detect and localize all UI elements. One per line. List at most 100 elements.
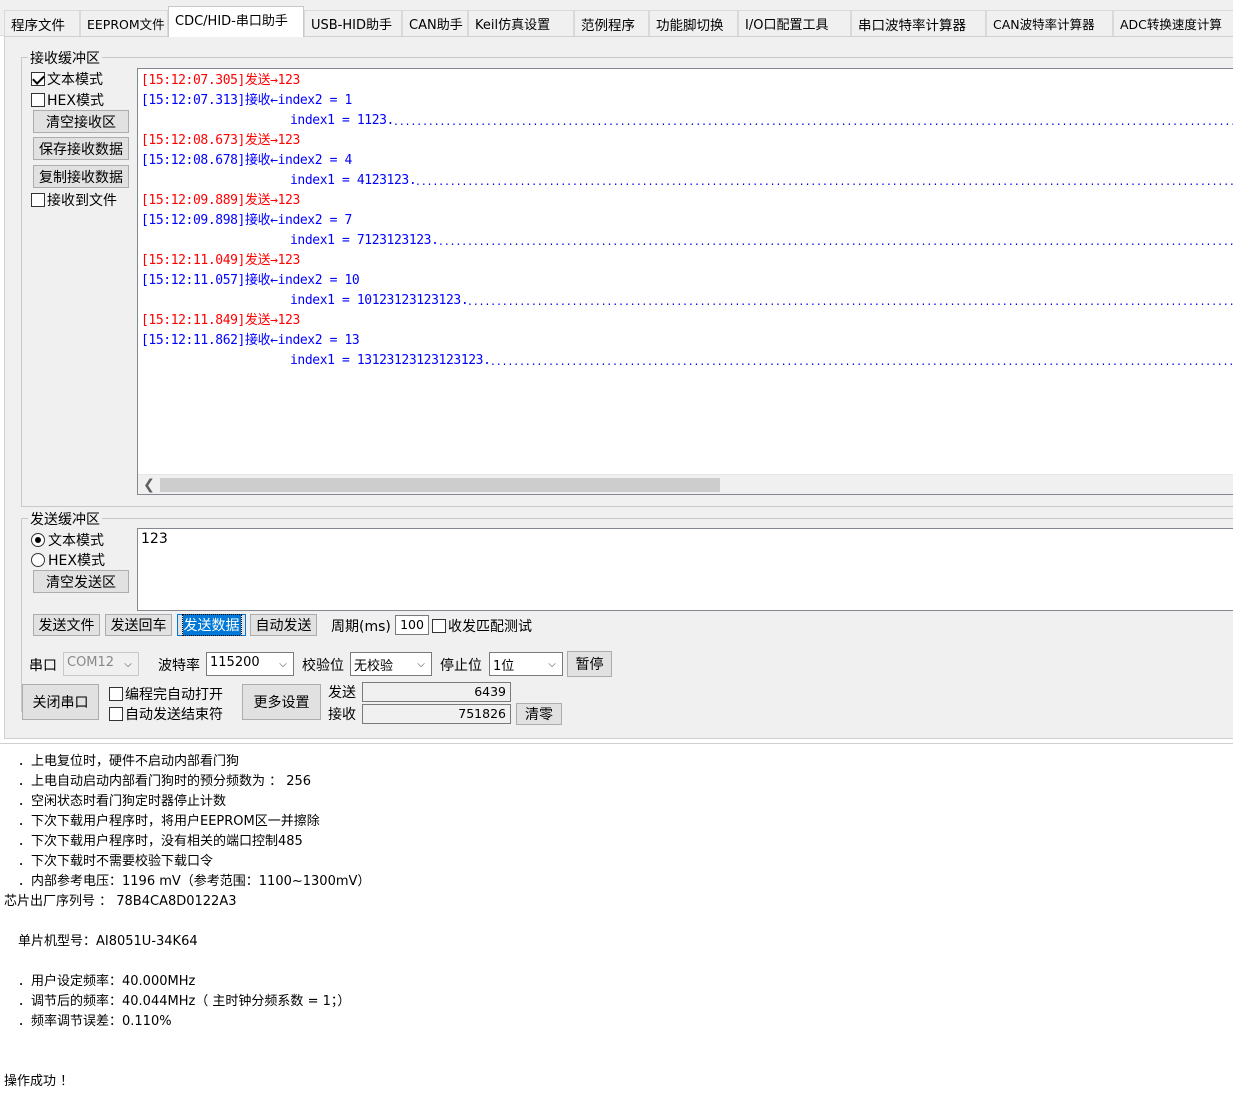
tab-label: EEPROM文件: [87, 17, 165, 32]
log-line: 单片机型号：AI8051U-34K64: [18, 934, 198, 949]
radio-label: 文本模式: [48, 533, 104, 549]
send-data-button[interactable]: 发送数据: [177, 614, 246, 636]
dotted-fill: ........................................…: [394, 114, 1233, 128]
auto-send-button[interactable]: 自动发送: [250, 614, 317, 636]
receive-hex-mode-checkbox[interactable]: HEX模式: [31, 90, 104, 110]
period-input[interactable]: 100: [395, 615, 429, 635]
dotted-fill: ........................................…: [491, 354, 1233, 368]
auto-end-char-checkbox[interactable]: 自动发送结束符: [109, 704, 223, 724]
sent-count-value: 6439: [362, 682, 511, 702]
sent-message-line: [15:12:11.049]发送→123: [141, 253, 300, 268]
tab-examples[interactable]: 范例程序: [574, 10, 649, 36]
checkbox-label: 接收到文件: [47, 193, 117, 209]
auto-open-checkbox[interactable]: 编程完自动打开: [109, 684, 223, 704]
log-line: ．下次下载用户程序时，将用户EEPROM区一并擦除: [18, 814, 320, 829]
button-label: 清空接收区: [46, 114, 116, 131]
baud-label: 波特率: [158, 658, 200, 674]
parity-label: 校验位: [302, 658, 344, 674]
dotted-fill: ........................................…: [468, 294, 1233, 308]
log-line: ．上电自动启动内部看门狗时的预分频数为 ： 256: [18, 774, 312, 789]
receive-buffer-title: 接收缓冲区: [28, 48, 102, 68]
receive-to-file-checkbox[interactable]: 接收到文件: [31, 190, 117, 210]
tab-adc-speed-calc[interactable]: ADC转换速度计算: [1113, 10, 1233, 36]
radio-checked-icon: [31, 533, 45, 547]
checkbox-checked-icon: [31, 72, 45, 86]
tab-eeprom-file[interactable]: EEPROM文件: [80, 10, 168, 36]
tab-program-file[interactable]: 程序文件: [4, 10, 80, 36]
checkbox-unchecked-icon: [432, 619, 446, 633]
tab-label: 范例程序: [581, 18, 635, 34]
tab-label: CDC/HID-串口助手: [175, 14, 288, 29]
send-text-mode-radio[interactable]: 文本模式: [31, 530, 104, 550]
received-message-line: [15:12:09.898]接收←index2 = 7: [141, 213, 352, 228]
checkbox-label: 文本模式: [47, 72, 103, 88]
checkbox-label: 自动发送结束符: [125, 707, 223, 723]
button-label: 发送文件: [38, 618, 95, 634]
dotted-fill: ........................................…: [416, 174, 1233, 188]
clear-send-button[interactable]: 清空发送区: [33, 570, 129, 593]
send-hex-mode-radio[interactable]: HEX模式: [31, 550, 105, 570]
received-message-line: [15:12:11.862]接收←index2 = 13: [141, 333, 360, 348]
checkbox-unchecked-icon: [31, 93, 45, 107]
reset-counts-button[interactable]: 清零: [516, 703, 562, 725]
radio-unchecked-icon: [31, 553, 45, 567]
tab-can[interactable]: CAN助手: [402, 10, 468, 36]
pause-button[interactable]: 暂停: [567, 651, 612, 677]
receive-horizontal-scrollbar[interactable]: ❮: [138, 474, 1233, 494]
send-content: 123: [141, 531, 168, 547]
port-select[interactable]: COM12 ⌵: [63, 652, 139, 676]
tab-can-baud-calc[interactable]: CAN波特率计算器: [986, 10, 1113, 36]
received-message-line: [15:12:08.678]接收←index2 = 4: [141, 153, 352, 168]
tab-usb-hid[interactable]: USB-HID助手: [304, 10, 402, 36]
received-count-label: 接收: [328, 707, 356, 723]
dotted-fill: ........................................…: [439, 234, 1233, 248]
log-line: 芯片出厂序列号 ： 78B4CA8D0122A3: [4, 894, 237, 909]
save-receive-data-button[interactable]: 保存接收数据: [33, 137, 129, 160]
tab-label: 程序文件: [11, 18, 65, 34]
button-label: 更多设置: [253, 695, 310, 711]
scrollbar-thumb[interactable]: [160, 478, 720, 492]
tab-bar: 程序文件 EEPROM文件 CDC/HID-串口助手 USB-HID助手 CAN…: [0, 0, 1233, 37]
checkbox-unchecked-icon: [109, 687, 123, 701]
button-label: 保存接收数据: [39, 141, 123, 158]
received-message-line: index1 = 4123123.: [290, 173, 417, 188]
log-line: ．空闲状态时看门狗定时器停止计数: [18, 794, 227, 809]
receive-textarea[interactable]: [15:12:07.305]发送→123 [15:12:07.313]接收←ind…: [137, 68, 1233, 495]
checkbox-unchecked-icon: [31, 193, 45, 207]
clear-receive-button[interactable]: 清空接收区: [33, 110, 129, 133]
more-settings-button[interactable]: 更多设置: [242, 684, 321, 720]
tab-label: CAN波特率计算器: [993, 17, 1095, 32]
log-line: ．下次下载用户程序时，没有相关的端口控制485: [18, 834, 303, 849]
button-label: 暂停: [575, 657, 604, 673]
received-message-line: [15:12:07.313]接收←index2 = 1: [141, 93, 352, 108]
send-textarea[interactable]: 123: [137, 528, 1233, 611]
match-test-checkbox[interactable]: 收发匹配测试: [432, 616, 532, 636]
receive-text-mode-checkbox[interactable]: 文本模式: [31, 69, 103, 89]
tab-keil-sim[interactable]: Keil仿真设置: [468, 10, 574, 36]
stop-bits-select[interactable]: 1位 ⌵: [489, 652, 563, 676]
send-enter-button[interactable]: 发送回车: [105, 614, 172, 636]
tab-uart-baud-calc[interactable]: 串口波特率计算器: [851, 10, 986, 36]
scroll-left-arrow-icon[interactable]: ❮: [142, 476, 156, 494]
sent-message-line: [15:12:11.849]发送→123: [141, 313, 300, 328]
checkbox-label: 收发匹配测试: [448, 619, 532, 635]
button-label: 关闭串口: [32, 695, 89, 711]
parity-select[interactable]: 无校验 ⌵: [350, 652, 432, 676]
tab-io-config[interactable]: I/O口配置工具: [738, 10, 851, 36]
button-label: 自动发送: [255, 618, 312, 634]
baud-select[interactable]: 115200 ⌵: [206, 652, 294, 676]
received-message-line: index1 = 13123123123123123.: [290, 353, 491, 368]
received-message-line: index1 = 7123123123.: [290, 233, 439, 248]
send-file-button[interactable]: 发送文件: [33, 614, 100, 636]
tab-pin-switch[interactable]: 功能脚切换: [649, 10, 738, 36]
sent-message-line: [15:12:08.673]发送→123: [141, 133, 300, 148]
radio-label: HEX模式: [48, 553, 105, 569]
select-value: 1位: [493, 659, 515, 674]
tab-label: I/O口配置工具: [745, 18, 829, 33]
select-value: 115200: [210, 655, 260, 670]
close-port-button[interactable]: 关闭串口: [22, 684, 99, 720]
copy-receive-data-button[interactable]: 复制接收数据: [33, 165, 129, 188]
serial-assistant-panel: 接收缓冲区 文本模式 HEX模式 清空接收区 保存接收数据 复制接收数据 接收到…: [4, 36, 1233, 739]
tab-cdc-hid-serial[interactable]: CDC/HID-串口助手: [168, 6, 304, 37]
tab-label: 串口波特率计算器: [858, 18, 966, 34]
